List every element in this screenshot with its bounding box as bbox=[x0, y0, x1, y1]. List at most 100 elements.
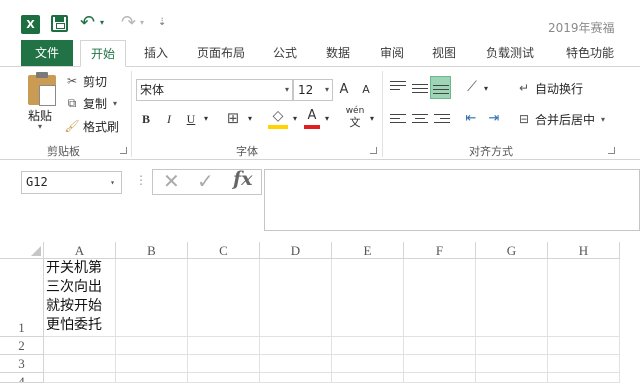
align-bottom-button[interactable] bbox=[430, 76, 451, 99]
cell[interactable] bbox=[116, 337, 188, 355]
cell-a1[interactable]: 开关机第三次向出就按开始更怕委托 bbox=[44, 259, 116, 337]
shrink-font-button[interactable]: A bbox=[359, 80, 373, 100]
column-header[interactable]: A bbox=[44, 242, 116, 259]
column-header[interactable]: D bbox=[260, 242, 332, 259]
copy-button[interactable]: ⧉ 复制 ▾ bbox=[64, 93, 117, 113]
column-header[interactable]: C bbox=[188, 242, 260, 259]
column-header[interactable]: B bbox=[116, 242, 188, 259]
cell[interactable] bbox=[548, 355, 620, 373]
decrease-indent-icon[interactable]: ⇤ bbox=[462, 109, 480, 129]
tab-view[interactable]: 视图 bbox=[421, 40, 467, 66]
cell[interactable] bbox=[476, 355, 548, 373]
cell[interactable] bbox=[260, 259, 332, 337]
cell[interactable] bbox=[548, 259, 620, 337]
italic-button[interactable]: I bbox=[161, 109, 177, 129]
underline-dropdown-icon[interactable]: ▾ bbox=[201, 109, 211, 129]
cell[interactable] bbox=[476, 337, 548, 355]
underline-button[interactable]: U bbox=[183, 109, 199, 129]
insert-function-icon[interactable]: fx bbox=[233, 168, 253, 190]
cell[interactable] bbox=[332, 355, 404, 373]
cell[interactable] bbox=[404, 373, 476, 383]
cell[interactable] bbox=[260, 355, 332, 373]
column-header[interactable]: E bbox=[332, 242, 404, 259]
formula-input[interactable] bbox=[264, 169, 640, 231]
tab-formulas[interactable]: 公式 bbox=[262, 40, 308, 66]
cancel-icon[interactable]: ✕ bbox=[163, 169, 180, 193]
tab-review[interactable]: 审阅 bbox=[369, 40, 415, 66]
tab-insert[interactable]: 插入 bbox=[133, 40, 179, 66]
name-box[interactable]: G12 ▾ bbox=[21, 171, 122, 194]
enter-icon[interactable]: ✓ bbox=[197, 169, 214, 193]
font-size-dropdown-icon[interactable]: ▾ bbox=[325, 80, 329, 100]
cell[interactable] bbox=[188, 259, 260, 337]
save-icon[interactable] bbox=[51, 15, 68, 32]
fill-color-dropdown-icon[interactable]: ▾ bbox=[290, 109, 300, 129]
select-all-button[interactable] bbox=[0, 242, 44, 259]
cell[interactable] bbox=[116, 355, 188, 373]
increase-indent-icon[interactable]: ⇥ bbox=[485, 109, 503, 129]
copy-dropdown-icon[interactable]: ▾ bbox=[113, 99, 117, 108]
cell[interactable] bbox=[476, 373, 548, 383]
cell[interactable] bbox=[548, 337, 620, 355]
cell[interactable] bbox=[332, 259, 404, 337]
align-center-icon[interactable] bbox=[412, 114, 428, 126]
align-left-icon[interactable] bbox=[390, 114, 406, 126]
cell[interactable] bbox=[44, 337, 116, 355]
tab-home[interactable]: 开始 bbox=[80, 40, 126, 67]
orientation-icon[interactable]: ⟋ bbox=[462, 77, 482, 97]
undo-dropdown-icon[interactable]: ▾ bbox=[100, 18, 104, 27]
row-header[interactable]: 3 bbox=[0, 355, 44, 373]
grow-font-button[interactable]: A bbox=[336, 80, 352, 100]
undo-icon[interactable]: ↶ bbox=[80, 12, 95, 33]
font-color-dropdown-icon[interactable]: ▾ bbox=[322, 109, 332, 129]
font-launcher-icon[interactable] bbox=[370, 147, 377, 154]
font-color-icon[interactable]: A bbox=[304, 107, 320, 129]
font-name-dropdown-icon[interactable]: ▾ bbox=[285, 80, 289, 100]
cell[interactable] bbox=[332, 337, 404, 355]
borders-icon[interactable]: ⊞ bbox=[223, 108, 243, 128]
cell[interactable] bbox=[188, 355, 260, 373]
cut-button[interactable]: ✂ 剪切 bbox=[64, 71, 107, 91]
paste-icon[interactable] bbox=[28, 72, 56, 106]
cell[interactable] bbox=[476, 259, 548, 337]
phonetic-dropdown-icon[interactable]: ▾ bbox=[367, 109, 377, 129]
cell[interactable] bbox=[404, 259, 476, 337]
align-middle-icon[interactable] bbox=[412, 84, 428, 96]
column-header[interactable]: F bbox=[404, 242, 476, 259]
merge-center-button[interactable]: ⊟ 合并后居中 ▾ bbox=[516, 109, 605, 129]
cell[interactable] bbox=[44, 373, 116, 383]
alignment-launcher-icon[interactable] bbox=[608, 147, 615, 154]
align-top-icon[interactable] bbox=[390, 81, 406, 93]
tab-featured[interactable]: 特色功能 bbox=[555, 40, 625, 66]
customize-qat-icon[interactable]: ⇣ bbox=[158, 17, 166, 28]
cell[interactable] bbox=[44, 355, 116, 373]
cell[interactable] bbox=[260, 337, 332, 355]
borders-dropdown-icon[interactable]: ▾ bbox=[245, 109, 255, 129]
row-header[interactable]: 2 bbox=[0, 337, 44, 355]
cell[interactable] bbox=[116, 259, 188, 337]
formula-bar-grip-icon[interactable]: ⋮ bbox=[135, 173, 147, 187]
row-header[interactable]: 1 bbox=[0, 259, 44, 337]
name-box-dropdown-icon[interactable]: ▾ bbox=[110, 172, 115, 193]
fill-color-icon[interactable]: ◇ bbox=[268, 107, 288, 129]
tab-file[interactable]: 文件 bbox=[21, 40, 73, 66]
column-header[interactable]: G bbox=[476, 242, 548, 259]
format-painter-button[interactable]: 🖌 格式刷 bbox=[64, 116, 119, 136]
tab-load-test[interactable]: 负载测试 bbox=[475, 40, 545, 66]
cell[interactable] bbox=[404, 355, 476, 373]
align-right-icon[interactable] bbox=[434, 114, 450, 126]
cell[interactable] bbox=[188, 373, 260, 383]
row-header[interactable]: 4 bbox=[0, 373, 44, 383]
column-header[interactable]: H bbox=[548, 242, 620, 259]
font-size-select[interactable]: 12 ▾ bbox=[293, 79, 333, 101]
cell[interactable] bbox=[404, 337, 476, 355]
cell[interactable] bbox=[260, 373, 332, 383]
phonetic-icon[interactable]: wén 文 bbox=[343, 105, 367, 129]
orientation-dropdown-icon[interactable]: ▾ bbox=[481, 79, 491, 99]
cell[interactable] bbox=[332, 373, 404, 383]
cell[interactable] bbox=[116, 373, 188, 383]
tab-page-layout[interactable]: 页面布局 bbox=[186, 40, 256, 66]
cell[interactable] bbox=[188, 337, 260, 355]
font-name-select[interactable]: 宋体 ▾ bbox=[136, 79, 293, 101]
cell[interactable] bbox=[548, 373, 620, 383]
